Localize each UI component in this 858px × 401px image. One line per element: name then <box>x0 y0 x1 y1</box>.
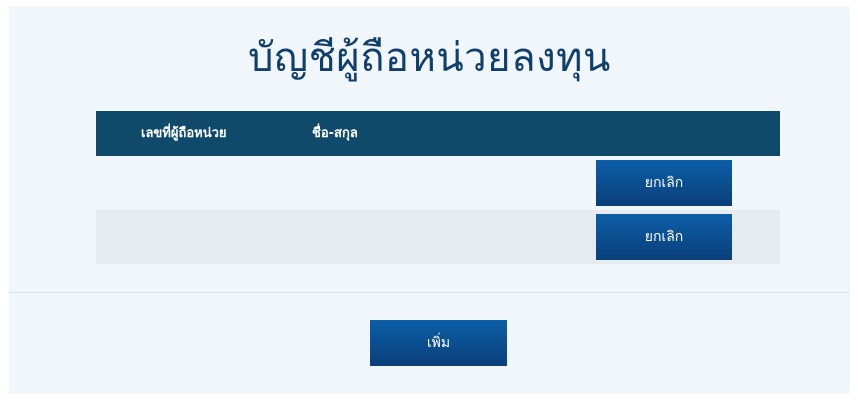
account-panel: บัญชีผู้ถือหน่วยลงทุน เลขที่ผู้ถือหน่วย … <box>9 6 850 394</box>
header-holder-number: เลขที่ผู้ถือหน่วย <box>141 126 227 141</box>
section-divider <box>9 292 850 293</box>
table-row: ยกเลิก <box>96 156 780 210</box>
unitholder-table: เลขที่ผู้ถือหน่วย ชื่อ-สกุล ยกเลิก ยกเลิ… <box>96 111 780 264</box>
page-title: บัญชีผู้ถือหน่วยลงทุน <box>248 35 611 81</box>
cancel-button[interactable]: ยกเลิก <box>596 214 732 260</box>
cancel-button[interactable]: ยกเลิก <box>596 160 732 206</box>
header-full-name: ชื่อ-สกุล <box>312 126 358 141</box>
add-button[interactable]: เพิ่ม <box>370 320 507 366</box>
table-row: ยกเลิก <box>96 210 780 264</box>
table-header: เลขที่ผู้ถือหน่วย ชื่อ-สกุล <box>96 111 780 156</box>
